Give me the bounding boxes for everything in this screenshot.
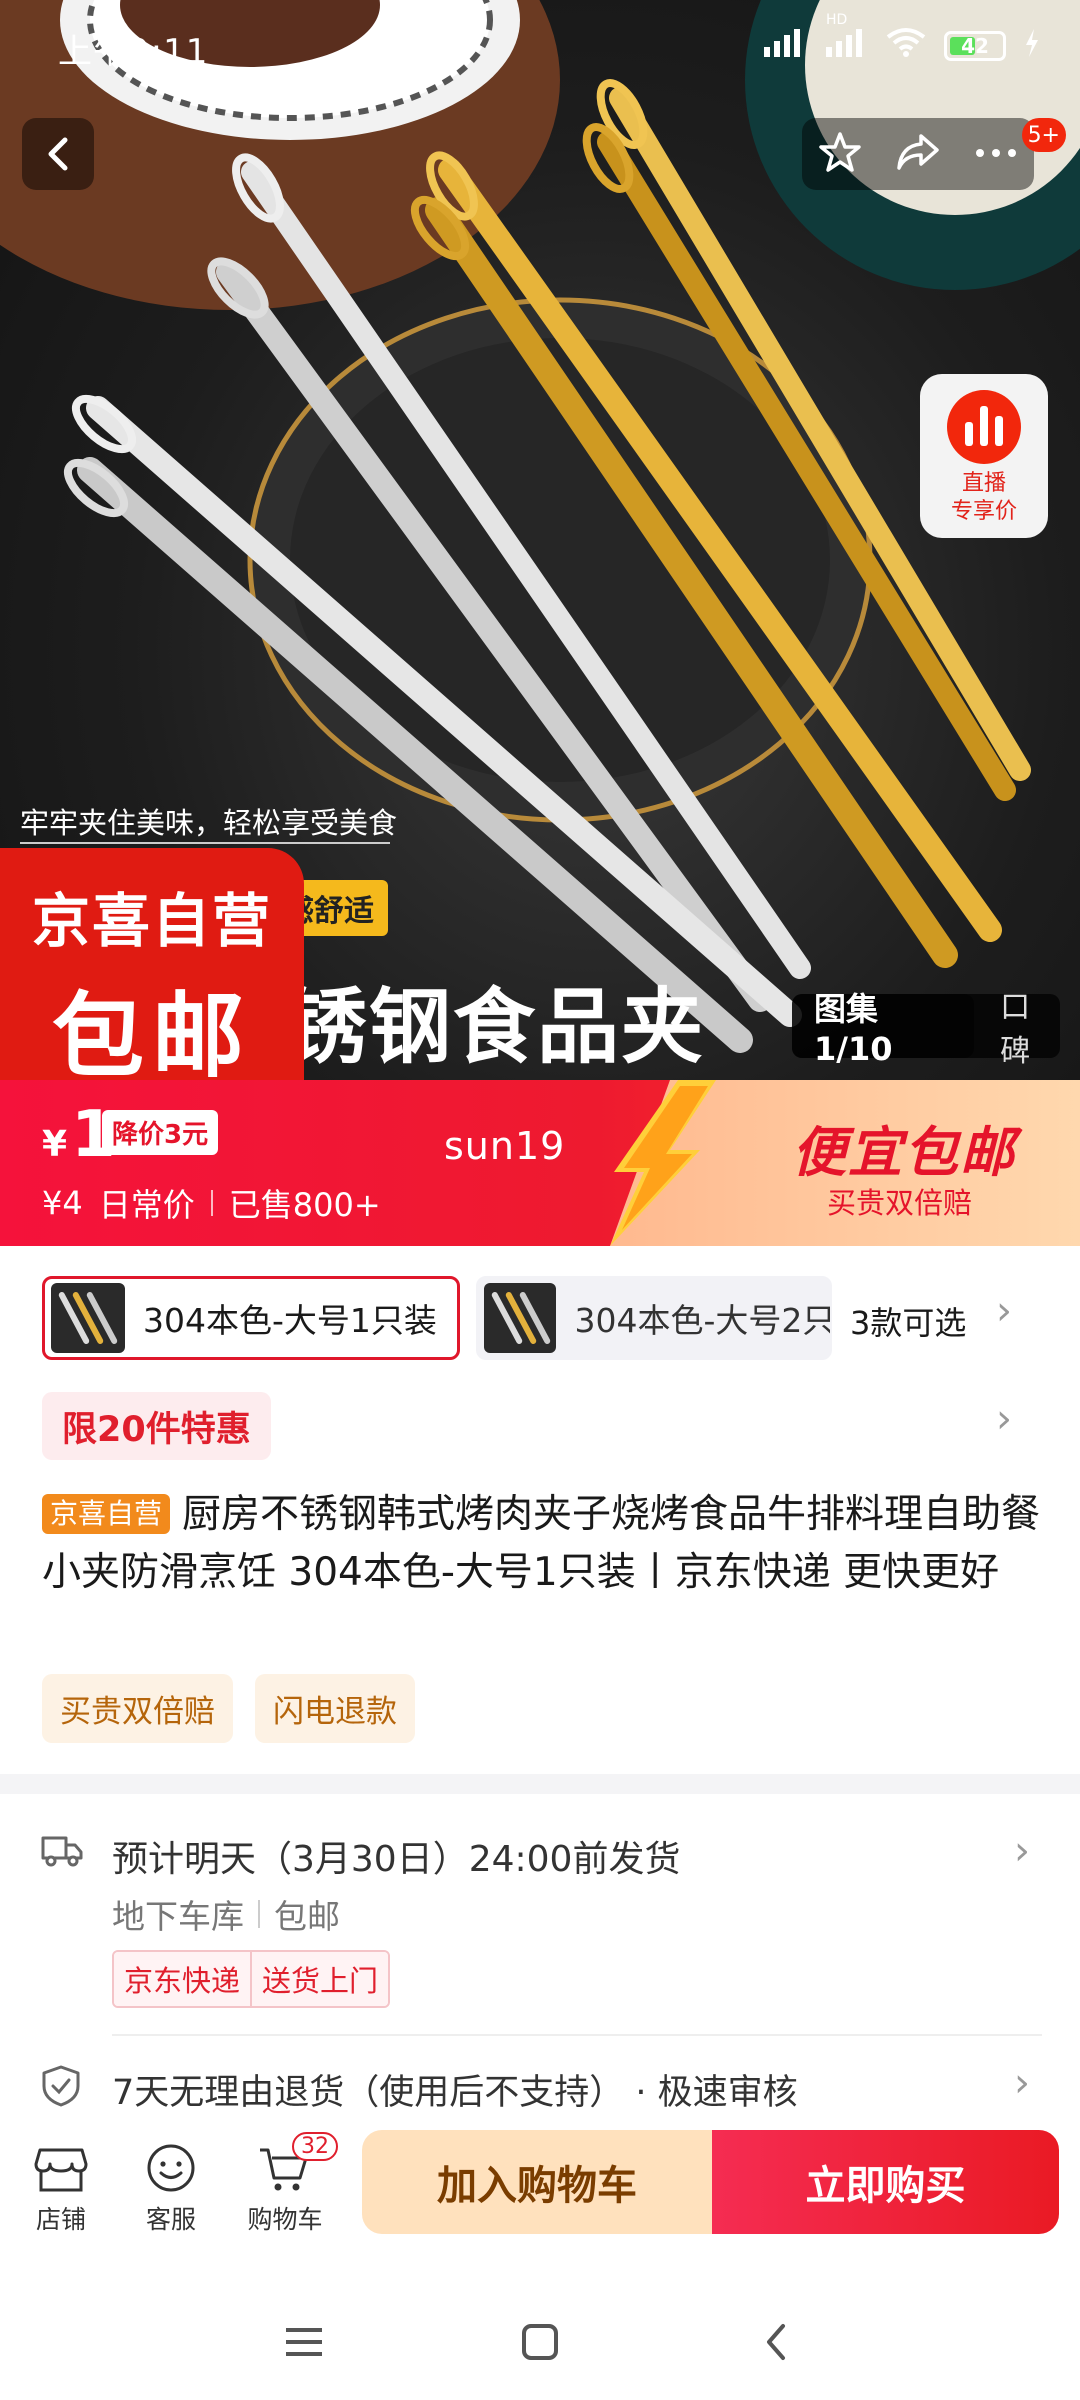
battery-level: 42: [961, 34, 989, 58]
delivery-location: 地下车库: [112, 1897, 244, 1936]
nav-back-icon: [767, 2324, 785, 2360]
signal-hd-label: HD: [826, 12, 848, 28]
regular-price-label: 日常价: [98, 1186, 195, 1224]
regular-price: ¥4: [42, 1184, 83, 1222]
gallery-counter[interactable]: 图集1/10: [792, 990, 975, 1068]
live-sublabel: 专享价: [950, 499, 1017, 524]
price-drop-tag: 降价3元: [102, 1110, 219, 1155]
service-tag[interactable]: 闪电退款: [255, 1674, 415, 1743]
system-nav-bar: [0, 2290, 1080, 2400]
sold-count: 已售800+: [228, 1186, 381, 1224]
badge-line2: 包邮: [51, 983, 252, 1080]
cart-count-badge: 32: [292, 2132, 338, 2161]
wifi-icon: [886, 26, 926, 66]
shipping-tag: 京东快递: [114, 1952, 251, 2006]
chevron-right-icon[interactable]: ›: [1014, 1828, 1030, 1874]
promo-underline: [20, 842, 390, 844]
signal-icon: [762, 26, 806, 66]
shipping-tags: 京东快递 送货上门: [112, 1950, 391, 2008]
section-divider: [0, 1774, 1080, 1794]
shop-tag: 京喜自营: [42, 1494, 171, 1534]
price-banner: ¥ 1 降价3元 ¥4 日常价 已售800+ sun19 便宜包邮 买贵双倍赔: [0, 1080, 1080, 1246]
sku-option-label: 304本色-大号1只装: [143, 1301, 437, 1340]
chevron-right-icon[interactable]: ›: [996, 1396, 1012, 1442]
sku-option-2[interactable]: 304本色-大号2只: [476, 1276, 832, 1360]
shipping-estimate: 预计明天（3月30日）24:00前发货: [112, 1839, 681, 1880]
menu-icon: [286, 2328, 322, 2356]
nav-menu-button[interactable]: [264, 2312, 344, 2372]
star-icon: [819, 132, 862, 172]
chat-smile-icon: [147, 2144, 195, 2192]
message-badge: 5+: [1021, 118, 1066, 152]
battery-icon: 42: [944, 31, 1006, 61]
live-stream-button[interactable]: 直播 专享价: [920, 374, 1048, 538]
cart-button[interactable]: 32 购物车: [240, 2132, 338, 2236]
signal-hd-icon: HD: [824, 12, 868, 66]
username-watermark: sun19: [444, 1124, 566, 1168]
shipping-tag: 送货上门: [250, 1952, 389, 2006]
promo-caption: 牢牢夹住美味，轻松享受美食: [20, 806, 398, 840]
chevron-right-icon[interactable]: ›: [996, 1288, 1012, 1334]
back-button[interactable]: [22, 118, 94, 190]
live-label: 直播: [961, 471, 1006, 496]
gallery-pill[interactable]: 图集1/10 口碑: [792, 990, 1060, 1069]
charging-icon: [1024, 26, 1040, 66]
sku-option-1[interactable]: 304本色-大号1只装: [42, 1276, 460, 1360]
sku-count[interactable]: 3款可选: [850, 1298, 966, 1344]
cart-label: 购物车: [247, 2205, 323, 2234]
chevron-right-icon[interactable]: ›: [1014, 2060, 1030, 2106]
nav-home-button[interactable]: [500, 2312, 580, 2372]
limited-offer-tag: 限20件特惠: [42, 1392, 271, 1460]
service-tag[interactable]: 买贵双倍赔: [42, 1674, 233, 1743]
cheap-free-shipping-slogan: 便宜包邮: [792, 1121, 1016, 1184]
product-title-text: 厨房不锈钢韩式烤肉夹子烧烤食品牛排料理自助餐小夹防滑烹饪 304本色-大号1只装…: [42, 1492, 1041, 1595]
top-action-group: [802, 118, 1034, 190]
sku-option-label: 304本色-大号2只: [574, 1301, 830, 1340]
service-tags: 买贵双倍赔 闪电退款: [42, 1674, 415, 1743]
returns-policy: 7天无理由退货（使用后不支持） · 极速审核: [112, 2073, 798, 2113]
customer-service-label: 客服: [145, 2205, 196, 2234]
home-square-icon: [522, 2324, 558, 2360]
jingxi-free-shipping-badge: 京喜自营 包邮: [0, 848, 304, 1080]
buy-now-button[interactable]: 立即购买: [712, 2130, 1059, 2234]
free-shipping-label: 包邮: [274, 1897, 340, 1936]
reviews-tab[interactable]: 口碑: [974, 982, 1060, 1070]
shop-button[interactable]: 店铺: [16, 2138, 106, 2236]
sku-thumbnail: [51, 1283, 125, 1353]
back-arrow-icon: [48, 137, 68, 171]
nav-back-button[interactable]: [736, 2312, 816, 2372]
shop-label: 店铺: [35, 2205, 86, 2234]
row-divider: [112, 2034, 1042, 2036]
double-compensation-label: 买贵双倍赔: [826, 1186, 972, 1220]
product-image-gallery[interactable]: 上午9:11 HD 42 5+ 直播 专享价 牢牢夹住美味，轻松享受美食 感舒适…: [0, 0, 1080, 1080]
badge-line1: 京喜自营: [31, 887, 272, 955]
live-icon: [947, 390, 1021, 464]
status-bar: 上午9:11 HD 42: [0, 0, 1080, 92]
shield-check-icon: [42, 2065, 80, 2107]
store-icon: [34, 2148, 88, 2192]
lightning-icon: [610, 1080, 716, 1246]
share-button[interactable]: [895, 130, 941, 178]
status-time: 上午9:11: [58, 32, 209, 72]
promo-headline: 锈钢食品夹: [285, 980, 706, 1075]
sku-selector: 304本色-大号1只装 304本色-大号2只 3款可选 ›: [0, 1276, 1080, 1360]
customer-service-button[interactable]: 客服: [126, 2138, 216, 2236]
truck-icon: [41, 1836, 83, 1867]
share-icon: [897, 134, 939, 170]
add-to-cart-button[interactable]: 加入购物车: [362, 2130, 712, 2234]
price-currency: ¥: [42, 1124, 68, 1165]
more-button[interactable]: [974, 145, 1018, 164]
sku-thumbnail: [484, 1283, 557, 1353]
product-title: 京喜自营 厨房不锈钢韩式烤肉夹子烧烤食品牛排料理自助餐小夹防滑烹饪 304本色-大…: [42, 1486, 1042, 1602]
favorite-button[interactable]: [818, 130, 862, 178]
more-icon: [975, 148, 1016, 157]
